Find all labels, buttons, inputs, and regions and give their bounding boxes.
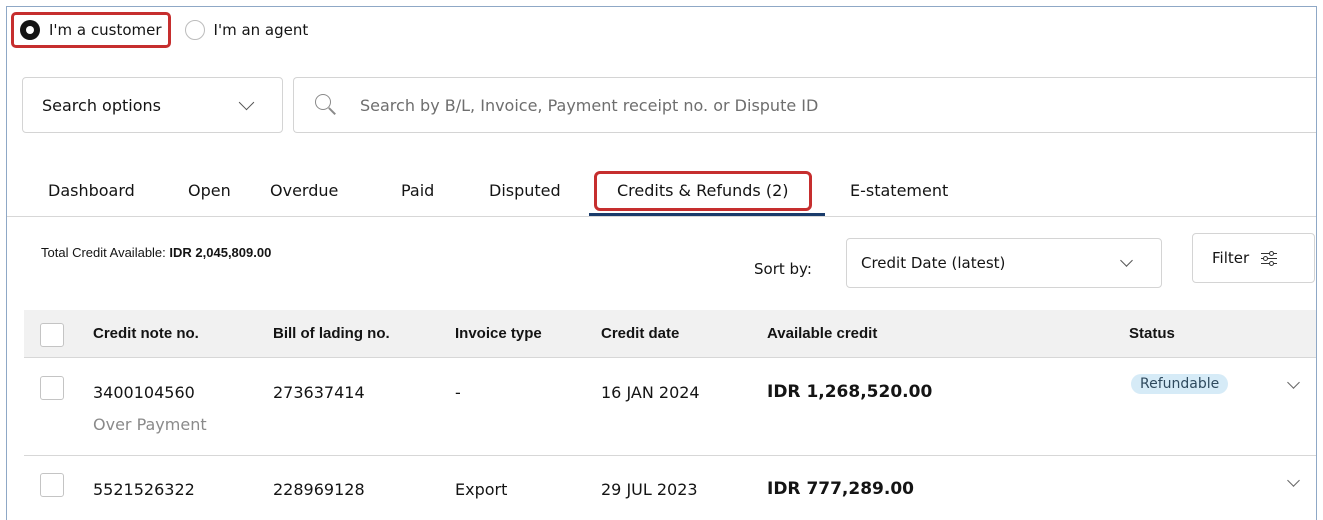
radio-unselected-icon bbox=[184, 20, 205, 40]
sort-selected-value: Credit Date (latest) bbox=[861, 254, 1006, 272]
column-header[interactable]: Status bbox=[1129, 310, 1175, 358]
total-credit-available: Total Credit Available: IDR 2,045,809.00 bbox=[41, 245, 271, 260]
credit-date: 29 JUL 2023 bbox=[601, 480, 698, 499]
row-checkbox[interactable] bbox=[40, 473, 64, 497]
sort-select[interactable]: Credit Date (latest) bbox=[846, 238, 1162, 288]
credits-table: Credit note no. Bill of lading no. Invoi… bbox=[24, 310, 1316, 520]
invoices-panel: I'm a customer I'm an agent Search optio… bbox=[6, 6, 1317, 520]
tab-disputed[interactable]: Disputed bbox=[489, 167, 561, 217]
filter-button[interactable]: Filter bbox=[1192, 233, 1315, 283]
filter-label: Filter bbox=[1212, 249, 1250, 267]
invoice-type: Export bbox=[455, 480, 508, 499]
tab-open[interactable]: Open bbox=[188, 167, 231, 217]
active-tab-indicator bbox=[589, 213, 825, 216]
credit-date: 16 JAN 2024 bbox=[601, 383, 700, 402]
row-checkbox[interactable] bbox=[40, 376, 64, 400]
bill-of-lading-no: 273637414 bbox=[273, 383, 365, 402]
radio-agent[interactable]: I'm an agent bbox=[184, 10, 309, 50]
available-credit: IDR 777,289.00 bbox=[767, 479, 914, 499]
available-credit: IDR 1,268,520.00 bbox=[767, 382, 933, 402]
chevron-down-icon bbox=[1120, 254, 1133, 267]
search-options-label: Search options bbox=[42, 95, 161, 115]
tab-e-statement[interactable]: E-statement bbox=[850, 167, 948, 217]
tab-bar: Dashboard Open Overdue Paid Disputed Cre… bbox=[7, 167, 1316, 217]
table-header: Credit note no. Bill of lading no. Invoi… bbox=[24, 310, 1316, 358]
chevron-down-icon[interactable] bbox=[1287, 474, 1300, 487]
table-row[interactable]: 3400104560 Over Payment 273637414 - 16 J… bbox=[24, 358, 1316, 456]
credit-reason: Over Payment bbox=[93, 415, 207, 434]
tab-overdue[interactable]: Overdue bbox=[270, 167, 338, 217]
radio-agent-label: I'm an agent bbox=[213, 21, 309, 39]
table-row[interactable]: 5521526322 228969128 Export 29 JUL 2023 … bbox=[24, 456, 1316, 520]
invoice-type: - bbox=[455, 383, 461, 402]
bill-of-lading-no: 228969128 bbox=[273, 480, 365, 499]
credit-note-no: 3400104560 bbox=[93, 383, 195, 402]
credit-note-no: 5521526322 bbox=[93, 480, 195, 499]
tab-credits-refunds[interactable]: Credits & Refunds (2) bbox=[594, 171, 812, 211]
chevron-down-icon bbox=[238, 94, 255, 111]
column-header[interactable]: Credit note no. bbox=[93, 310, 199, 358]
chevron-down-icon[interactable] bbox=[1287, 376, 1300, 389]
radio-customer-label: I'm a customer bbox=[49, 21, 162, 39]
search-placeholder: Search by B/L, Invoice, Payment receipt … bbox=[360, 95, 819, 115]
radio-selected-icon bbox=[20, 20, 40, 40]
radio-customer[interactable]: I'm a customer bbox=[11, 12, 171, 48]
column-header[interactable]: Available credit bbox=[767, 310, 877, 358]
role-selector: I'm a customer I'm an agent bbox=[11, 10, 308, 50]
tab-dashboard[interactable]: Dashboard bbox=[48, 167, 135, 217]
search-icon bbox=[314, 93, 338, 117]
filter-sliders-icon bbox=[1261, 251, 1278, 266]
total-credit-value: IDR 2,045,809.00 bbox=[169, 245, 272, 260]
sort-by-label: Sort by: bbox=[754, 260, 812, 278]
total-credit-label: Total Credit Available: bbox=[41, 245, 166, 260]
column-header[interactable]: Bill of lading no. bbox=[273, 310, 390, 358]
search-options-dropdown[interactable]: Search options bbox=[22, 77, 283, 133]
select-all-checkbox[interactable] bbox=[40, 323, 64, 347]
status-badge: Refundable bbox=[1131, 374, 1229, 394]
column-header[interactable]: Invoice type bbox=[455, 310, 542, 358]
tab-paid[interactable]: Paid bbox=[401, 167, 434, 217]
search-input[interactable]: Search by B/L, Invoice, Payment receipt … bbox=[293, 77, 1316, 133]
column-header[interactable]: Credit date bbox=[601, 310, 679, 358]
